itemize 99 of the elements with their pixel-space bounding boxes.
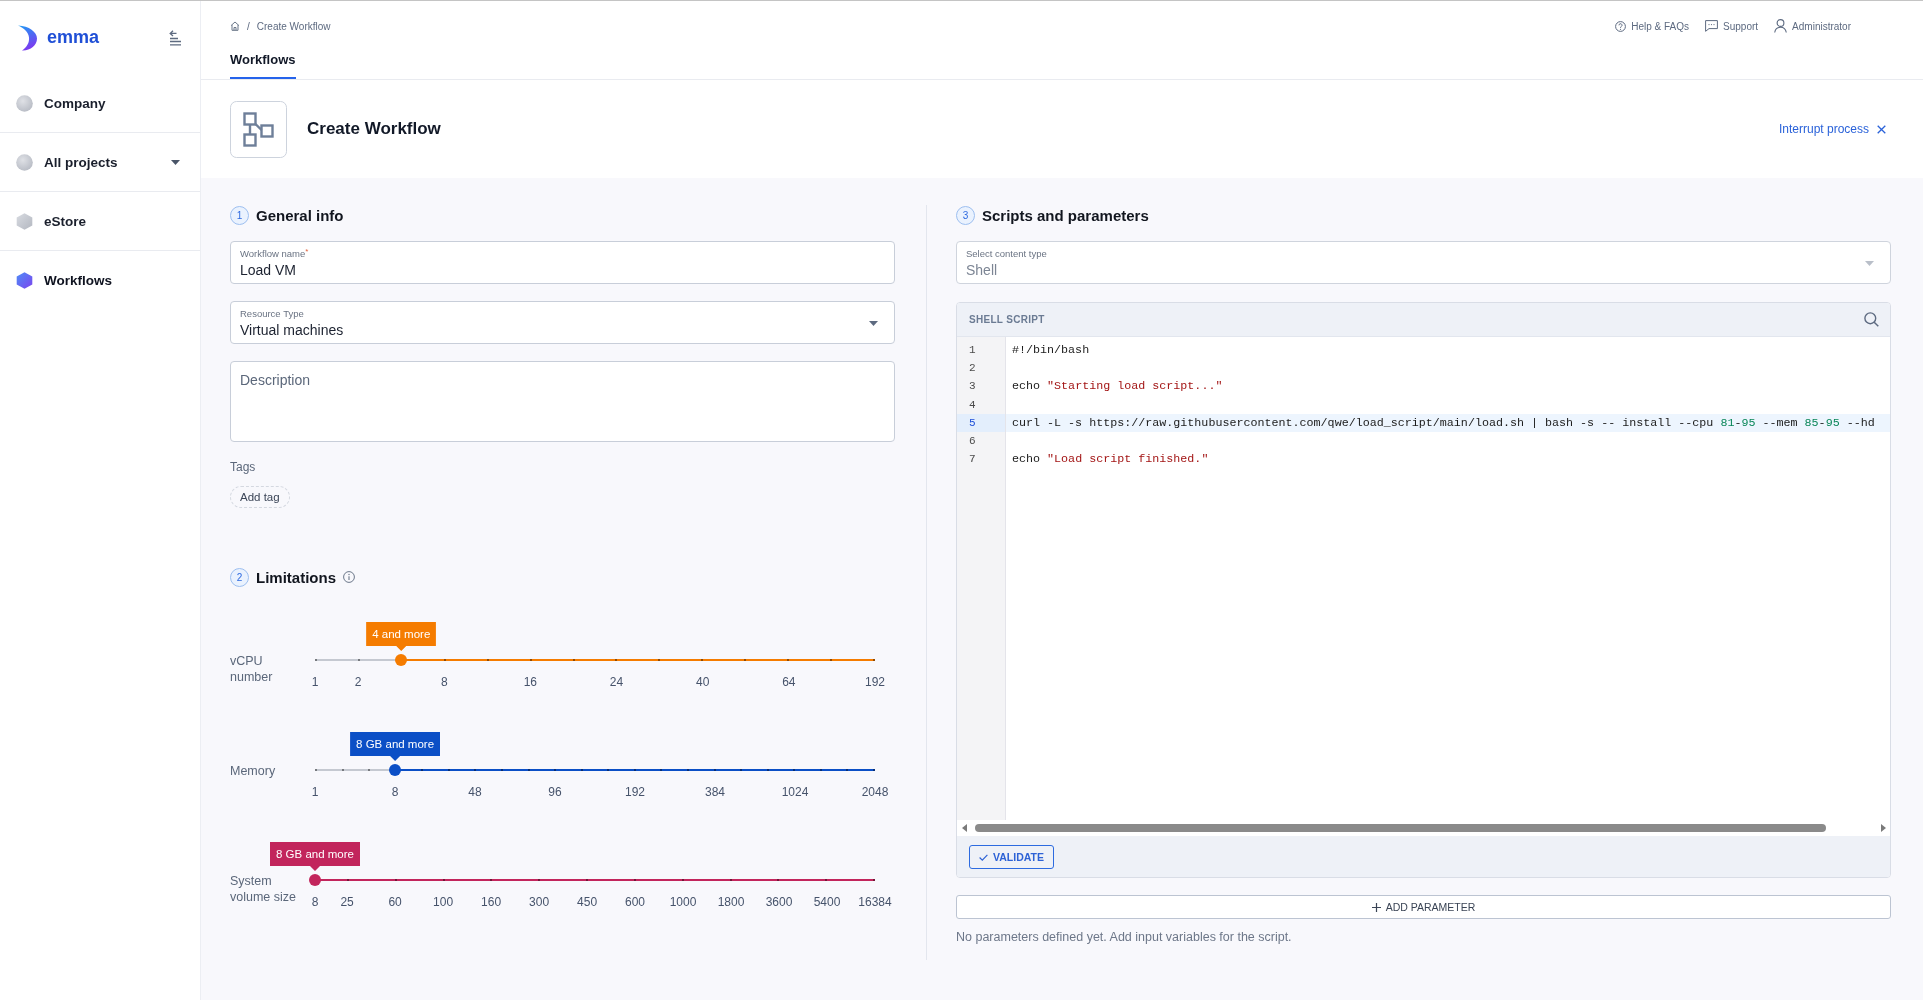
help-link[interactable]: Help & FAQs bbox=[1615, 18, 1690, 34]
logo-icon bbox=[17, 24, 37, 51]
info-icon[interactable] bbox=[343, 571, 355, 583]
tags-label: Tags bbox=[230, 460, 256, 474]
sidebar-item[interactable]: eStore bbox=[0, 192, 200, 251]
dropdown-select[interactable]: Resource Type Virtual machines bbox=[230, 301, 895, 344]
tick-label: 300 bbox=[529, 894, 550, 910]
breadcrumb-separator: / bbox=[247, 20, 250, 32]
editor-title: SHELL SCRIPT bbox=[969, 314, 1045, 325]
breadcrumb-current: Create Workflow bbox=[256, 20, 331, 32]
value-tooltip: 8 GB and more bbox=[270, 842, 360, 871]
description-field[interactable]: Description bbox=[230, 361, 895, 442]
tick-label: 160 bbox=[481, 894, 502, 910]
line-number: 1 bbox=[968, 343, 977, 358]
step-badge: 1 bbox=[230, 205, 249, 225]
help-icon bbox=[1615, 20, 1627, 32]
line-number: 6 bbox=[968, 433, 977, 449]
support-link[interactable]: Support bbox=[1705, 18, 1759, 34]
step-badge: 2 bbox=[230, 567, 249, 587]
account-link[interactable]: Administrator bbox=[1774, 18, 1851, 34]
value-tooltip: 4 and more bbox=[366, 622, 437, 651]
hexagon-icon bbox=[16, 272, 33, 289]
field-label: Resource Type bbox=[240, 308, 304, 320]
check-icon bbox=[979, 853, 988, 861]
line-number: 5 bbox=[957, 413, 1005, 432]
code-line: #!/bin/bash bbox=[1011, 342, 1091, 359]
hexagon-icon bbox=[16, 212, 33, 230]
tick-label: 96 bbox=[548, 784, 562, 800]
tick-label: 100 bbox=[433, 894, 454, 910]
field-label: Workflow name$^{*}$ bbox=[240, 248, 309, 260]
circle-icon bbox=[16, 153, 33, 171]
line-number: 4 bbox=[968, 397, 977, 413]
value-tooltip: 8 GB and more bbox=[350, 732, 441, 761]
section-title: General info bbox=[256, 206, 344, 224]
code-line: echo "Load script finished." bbox=[1011, 451, 1210, 469]
tick-label: 3600 bbox=[765, 894, 793, 910]
validate-button[interactable]: VALIDATE bbox=[969, 845, 1054, 869]
logo-text: emma bbox=[47, 27, 101, 48]
page-title: Create Workflow bbox=[307, 119, 441, 139]
field-value: Load VM bbox=[240, 261, 297, 279]
sidebar-item[interactable]: Company bbox=[0, 74, 200, 133]
tick-label: 60 bbox=[388, 894, 402, 910]
tick-label: 1024 bbox=[781, 784, 809, 800]
plus-icon bbox=[1371, 902, 1381, 912]
interrupt-process-button[interactable]: Interrupt process bbox=[1778, 122, 1886, 136]
tick-label: 16384 bbox=[858, 894, 892, 910]
tick-label: 1000 bbox=[669, 894, 697, 910]
search-icon[interactable] bbox=[1864, 312, 1879, 327]
user-icon bbox=[1774, 19, 1788, 33]
slider-label: vCPU number bbox=[230, 653, 274, 685]
tick-label: 600 bbox=[625, 894, 646, 910]
field-value: Virtual machines bbox=[240, 321, 344, 339]
section-title: Scripts and parameters bbox=[982, 206, 1149, 224]
tick-label: 2 bbox=[354, 674, 362, 690]
tick-label: 48 bbox=[468, 784, 482, 800]
tick-label: 1 bbox=[311, 674, 319, 690]
code-line: echo "Starting load script..." bbox=[1011, 378, 1224, 396]
caret-down-icon bbox=[1865, 261, 1874, 266]
tick-label: 1800 bbox=[717, 894, 745, 910]
section-title: Limitations bbox=[256, 568, 336, 586]
tick-label: 8 bbox=[440, 674, 448, 690]
field-label: Select content type bbox=[966, 248, 1047, 260]
slider-label: System volume size bbox=[230, 873, 297, 905]
tick-label: 384 bbox=[705, 784, 725, 800]
slider-label: Memory bbox=[230, 763, 277, 779]
chat-icon bbox=[1705, 20, 1719, 32]
slider-thumb[interactable] bbox=[309, 874, 321, 886]
tick-label: 25 bbox=[340, 894, 354, 910]
tick-label: 16 bbox=[523, 674, 538, 690]
caret-down-icon bbox=[869, 321, 878, 326]
workflow-icon bbox=[230, 100, 287, 158]
step-badge: 3 bbox=[956, 205, 975, 225]
caret-down-icon bbox=[171, 159, 180, 165]
line-number: 7 bbox=[968, 452, 977, 468]
add-parameter-button[interactable]: ADD PARAMETER bbox=[956, 895, 1891, 919]
tick-label: 1 bbox=[311, 784, 319, 800]
tick-label: 8 bbox=[391, 784, 399, 800]
text-input[interactable]: Workflow name$^{*}$ Load VM bbox=[230, 241, 895, 284]
collapse-sidebar-icon[interactable] bbox=[169, 29, 182, 46]
tick-label: 64 bbox=[782, 674, 796, 690]
sidebar-item[interactable]: All projects bbox=[0, 133, 200, 192]
slider-thumb[interactable] bbox=[389, 764, 402, 776]
tick-label: 450 bbox=[577, 894, 598, 910]
tick-label: 192 bbox=[625, 784, 645, 800]
tick-label: 5400 bbox=[813, 894, 841, 910]
tick-label: 2048 bbox=[861, 784, 889, 800]
close-icon bbox=[1877, 124, 1886, 134]
tick-label: 40 bbox=[696, 674, 710, 690]
empty-parameters-text: No parameters defined yet. Add input variables for the script. bbox=[956, 929, 1292, 945]
slider-thumb[interactable] bbox=[395, 654, 408, 666]
tick-label: 24 bbox=[609, 674, 624, 690]
line-number: 2 bbox=[968, 361, 977, 377]
tick-label: 8 bbox=[311, 894, 319, 910]
field-value: Shell bbox=[966, 261, 998, 279]
sidebar-item[interactable]: Workflows bbox=[0, 251, 200, 310]
line-number: 3 bbox=[968, 379, 977, 395]
circle-icon bbox=[16, 94, 33, 112]
home-icon[interactable] bbox=[230, 21, 240, 31]
tick-label: 192 bbox=[865, 674, 885, 690]
